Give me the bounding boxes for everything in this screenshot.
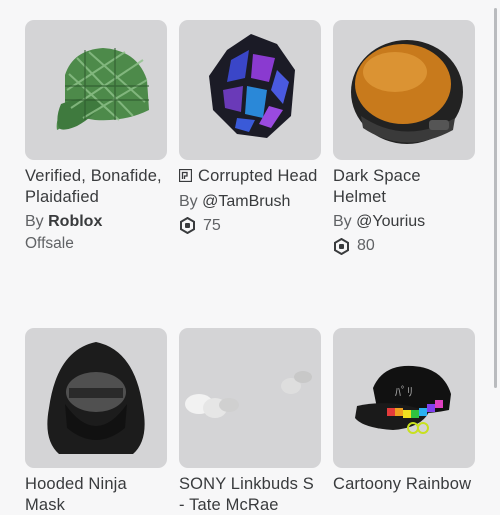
earbuds-icon [185,371,312,418]
space-helmet-icon [351,40,463,144]
price-value: 80 [357,237,375,254]
item-creator[interactable]: By @TamBrush [179,192,321,212]
catalog-item-card[interactable]: SONY Linkbuds S - Tate McRae [179,328,321,515]
creator-name[interactable]: Roblox [48,213,102,230]
by-label: By [333,213,352,230]
rainbow-cap-icon: ﾊﾟﾘ [355,365,451,434]
item-name[interactable]: Corrupted Head [178,166,321,187]
creator-name[interactable]: @Yourius [356,213,425,230]
scrollbar[interactable] [494,8,497,388]
catalog-item-card[interactable]: Verified, Bonafide, Plaidafied By Roblox… [25,20,167,253]
robux-icon [180,217,195,234]
item-name[interactable]: Cartoony Rainbow [333,474,475,495]
item-creator[interactable]: By Roblox [25,212,167,232]
item-thumbnail[interactable] [25,20,167,160]
robux-icon [334,237,349,255]
item-thumbnail[interactable] [25,328,167,468]
by-label: By [25,213,44,230]
item-thumbnail[interactable]: ﾊﾟﾘ [333,328,475,468]
offsale-label: Offsale [25,235,74,252]
item-price: 75 [179,216,321,236]
item-name[interactable]: Dark Space Helmet [333,166,475,207]
item-name[interactable]: Verified, Bonafide, Plaidafied [25,166,167,207]
svg-text:ﾊﾟﾘ: ﾊﾟﾘ [395,385,413,399]
price-value: 75 [203,216,221,234]
ninja-mask-icon [47,342,145,454]
item-price: 80 [333,236,475,256]
catalog-item-card[interactable]: ﾊﾟﾘ Cartoony Rainbow [333,328,475,495]
item-name[interactable]: Hooded Ninja Mask [25,474,167,515]
creator-name[interactable]: @TamBrush [202,193,290,210]
corrupted-head-icon [209,34,295,138]
item-name-text: Corrupted Head [198,167,318,185]
catalog-item-card[interactable]: Hooded Ninja Mask [25,328,167,515]
catalog-item-card[interactable]: Dark Space Helmet By @Yourius 80 [333,20,475,256]
item-thumbnail[interactable] [179,328,321,468]
green-plaid-cap-icon [56,48,149,130]
catalog-item-card[interactable]: Corrupted Head By @TamBrush 75 [178,20,321,236]
item-thumbnail[interactable] [179,20,321,160]
limited-badge-icon [178,167,193,183]
item-creator[interactable]: By @Yourius [333,212,475,232]
item-thumbnail[interactable] [333,20,475,160]
item-name[interactable]: SONY Linkbuds S - Tate McRae [179,474,321,515]
by-label: By [179,192,198,210]
